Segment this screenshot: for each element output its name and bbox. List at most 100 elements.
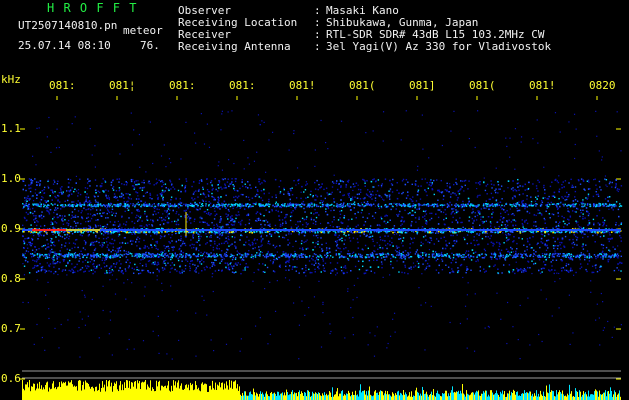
level-bar (327, 395, 328, 400)
level-bar (211, 389, 212, 400)
level-bar (91, 386, 92, 400)
level-bar (459, 393, 460, 400)
level-bar (232, 388, 233, 400)
level-bar (417, 391, 418, 400)
level-bar (561, 393, 562, 400)
level-bar (434, 395, 435, 400)
level-bar (23, 388, 24, 400)
level-bar (141, 382, 142, 400)
level-bar (618, 393, 619, 400)
level-bar (372, 396, 373, 400)
level-bar (95, 386, 96, 400)
level-bar (467, 393, 468, 400)
level-bar (448, 393, 449, 400)
level-bar (550, 392, 551, 400)
level-bar (36, 388, 37, 400)
level-bar (604, 392, 605, 400)
level-bar (465, 396, 466, 400)
level-bar (383, 395, 384, 400)
level-bar (317, 394, 318, 400)
level-bar (379, 391, 380, 400)
level-bar (577, 391, 578, 400)
level-bar (245, 391, 246, 400)
level-bar (311, 395, 312, 400)
level-bar (368, 390, 369, 400)
level-bar (299, 390, 300, 400)
level-bar (306, 396, 307, 400)
level-bar (374, 391, 375, 400)
level-bar (546, 385, 547, 400)
level-bar (511, 391, 512, 400)
level-bar (238, 390, 239, 400)
level-bar (179, 388, 180, 400)
level-bar (268, 396, 269, 400)
level-bar (609, 393, 610, 400)
level-bar (469, 395, 470, 400)
level-bar (198, 387, 199, 400)
level-bar (410, 396, 411, 400)
level-bar (315, 392, 316, 400)
level-bar (395, 393, 396, 400)
level-bar (279, 395, 280, 400)
level-bar (236, 388, 237, 400)
level-bar (308, 390, 309, 400)
level-bar (453, 392, 454, 400)
level-bar (357, 394, 358, 400)
level-bar (449, 395, 450, 400)
level-bar (585, 392, 586, 400)
level-bar (31, 386, 32, 400)
level-bar (527, 392, 528, 400)
level-bar (24, 390, 25, 400)
level-bar (384, 393, 385, 400)
level-bar (185, 385, 186, 400)
level-bar (250, 391, 251, 400)
level-bar (292, 390, 293, 400)
level-bar (591, 394, 592, 400)
level-bar (216, 390, 217, 400)
level-bar (120, 381, 121, 400)
level-bar (239, 386, 240, 400)
level-bar (222, 382, 223, 400)
level-bar (393, 393, 394, 400)
level-bar (521, 393, 522, 400)
level-bar (274, 392, 275, 400)
level-bar (122, 384, 123, 400)
level-bar (323, 395, 324, 400)
level-bar (22, 380, 23, 400)
level-bar (592, 394, 593, 400)
level-bar (570, 393, 571, 400)
level-bar (617, 394, 618, 400)
level-bar (158, 381, 159, 400)
level-bar (235, 380, 236, 400)
level-bar (155, 391, 156, 400)
level-bar (319, 392, 320, 400)
level-bar (28, 387, 29, 400)
level-bar (487, 396, 488, 400)
level-bar (429, 395, 430, 400)
level-bar (613, 394, 614, 400)
level-bar (88, 383, 89, 400)
level-bar (149, 387, 150, 400)
level-bar (340, 393, 341, 400)
level-bar (267, 394, 268, 400)
level-bar (254, 392, 255, 400)
level-bar (105, 391, 106, 400)
level-bar (547, 392, 548, 400)
level-bar (151, 390, 152, 400)
level-bar (289, 394, 290, 400)
level-bar (564, 396, 565, 400)
level-bar (380, 390, 381, 400)
level-bar (472, 392, 473, 400)
level-bar (262, 392, 263, 400)
level-bar (304, 392, 305, 400)
level-bar (553, 391, 554, 400)
level-bar (447, 396, 448, 400)
level-bar (446, 390, 447, 400)
level-bar (430, 393, 431, 400)
level-bar (300, 393, 301, 400)
level-bar (549, 384, 550, 400)
level-bar (84, 389, 85, 400)
level-bar (83, 381, 84, 400)
level-bar (100, 391, 101, 400)
level-bar (461, 393, 462, 400)
